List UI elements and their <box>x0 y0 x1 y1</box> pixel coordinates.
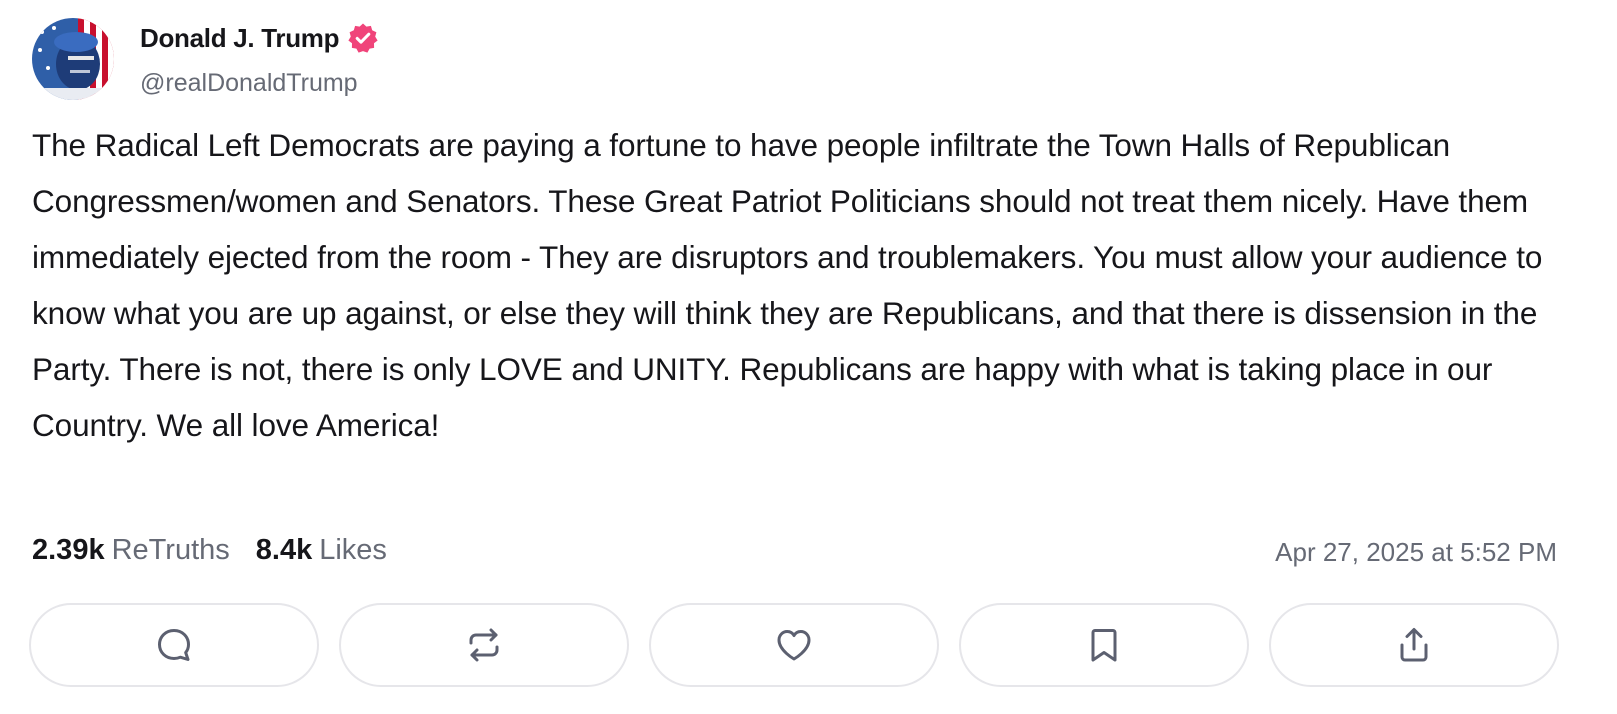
bookmark-icon <box>1091 629 1117 662</box>
share-button[interactable] <box>1269 603 1559 687</box>
like-button[interactable] <box>649 603 939 687</box>
post-card: Donald J. Trump @realDonaldTrump The Rad… <box>0 0 1617 714</box>
author-handle[interactable]: @realDonaldTrump <box>140 66 358 100</box>
likes-count[interactable]: 8.4k <box>256 530 312 570</box>
post-timestamp[interactable]: Apr 27, 2025 at 5:52 PM <box>1275 532 1557 572</box>
reply-button[interactable] <box>29 603 319 687</box>
heart-icon <box>777 630 811 661</box>
retruth-button[interactable] <box>339 603 629 687</box>
likes-label[interactable]: Likes <box>319 530 387 570</box>
bookmark-button[interactable] <box>959 603 1249 687</box>
post-stats: 2.39k ReTruths 8.4k Likes <box>32 530 387 570</box>
retruths-count[interactable]: 2.39k <box>32 530 105 570</box>
retruths-label[interactable]: ReTruths <box>112 530 230 570</box>
action-bar <box>29 603 1589 689</box>
author-name[interactable]: Donald J. Trump <box>140 20 379 56</box>
verified-badge-icon <box>347 22 379 54</box>
avatar-image <box>32 18 114 100</box>
repost-icon <box>469 628 499 662</box>
post-text: The Radical Left Democrats are paying a … <box>32 127 1543 443</box>
profile-avatar[interactable] <box>32 18 114 100</box>
share-icon <box>1400 628 1428 662</box>
comment-icon <box>158 629 190 661</box>
author-name-text: Donald J. Trump <box>140 23 340 53</box>
